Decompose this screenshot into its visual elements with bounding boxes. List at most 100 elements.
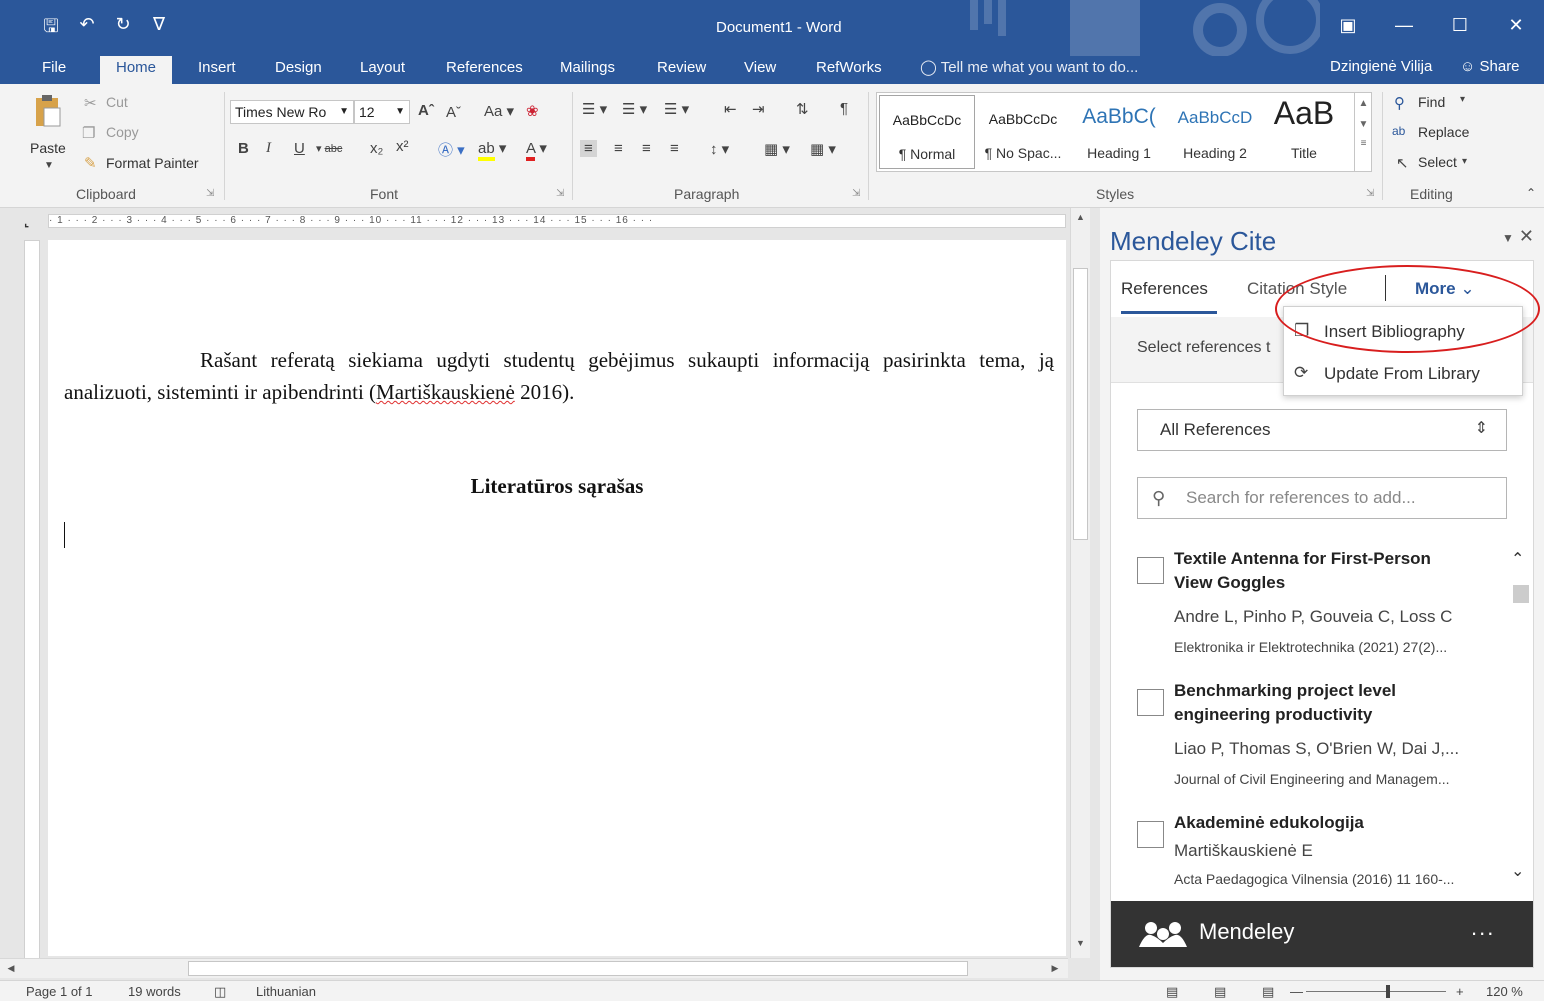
- user-name[interactable]: Dzingienė Vilija: [1330, 58, 1432, 75]
- paste-button[interactable]: Paste: [30, 140, 66, 156]
- scroll-left-icon[interactable]: ◀: [2, 959, 20, 978]
- borders-icon[interactable]: ▦ ▾: [810, 140, 836, 158]
- ribbon-display-icon[interactable]: ▣: [1320, 0, 1376, 50]
- share-button[interactable]: ☺ Share: [1460, 58, 1520, 75]
- gallery-more-icon[interactable]: ≡: [1355, 138, 1372, 149]
- word-count[interactable]: 19 words: [128, 984, 181, 999]
- align-center-icon[interactable]: ≡: [614, 140, 623, 157]
- paste-dropdown-icon[interactable]: ▼: [44, 160, 54, 171]
- chevron-up-icon[interactable]: ⌃: [1511, 549, 1524, 569]
- select-icon[interactable]: ↖: [1396, 154, 1409, 172]
- justify-icon[interactable]: ≡: [670, 140, 679, 157]
- style-heading-2[interactable]: AaBbCcD Heading 2: [1167, 95, 1263, 169]
- page-count[interactable]: Page 1 of 1: [26, 984, 93, 999]
- style-title[interactable]: AaB Title: [1259, 95, 1349, 169]
- tab-view[interactable]: View: [744, 56, 776, 84]
- reference-checkbox[interactable]: [1137, 557, 1164, 584]
- font-name-combo[interactable]: Times New Ro ▼: [230, 100, 354, 124]
- font-launcher-icon[interactable]: ⇲: [556, 188, 564, 199]
- zoom-out-icon[interactable]: —: [1290, 984, 1303, 999]
- chevron-down-icon[interactable]: ▼: [1355, 119, 1372, 130]
- replace-button[interactable]: Replace: [1418, 124, 1469, 140]
- grow-font-icon[interactable]: Aˆ: [418, 102, 434, 119]
- align-right-icon[interactable]: ≡: [642, 140, 651, 157]
- language-indicator[interactable]: Lithuanian: [256, 984, 316, 999]
- list-item[interactable]: Textile Antenna for First-Person View Go…: [1137, 547, 1497, 667]
- scrollbar-thumb[interactable]: [1513, 585, 1529, 603]
- horizontal-scrollbar[interactable]: ◀ ▶: [0, 958, 1068, 978]
- styles-launcher-icon[interactable]: ⇲: [1366, 188, 1374, 199]
- style-heading-1[interactable]: AaBbC( Heading 1: [1071, 95, 1167, 169]
- web-layout-icon[interactable]: ▤: [1262, 984, 1274, 1000]
- underline-dropdown-icon[interactable]: ▾ abc: [316, 142, 342, 155]
- reference-list-scrollbar[interactable]: ⌃ ⌄: [1507, 541, 1533, 901]
- italic-icon[interactable]: I: [266, 140, 271, 157]
- footer-more-icon[interactable]: ...: [1471, 915, 1495, 941]
- tell-me-search[interactable]: ◯ Tell me what you want to do...: [920, 58, 1138, 76]
- zoom-slider-track[interactable]: [1306, 991, 1446, 992]
- align-left-icon[interactable]: ≡: [580, 140, 597, 157]
- style-no-spacing[interactable]: AaBbCcDc ¶ No Spac...: [975, 95, 1071, 169]
- scroll-up-icon[interactable]: ▲: [1071, 208, 1090, 226]
- pane-options-icon[interactable]: ▼: [1502, 231, 1514, 245]
- zoom-slider-thumb[interactable]: [1386, 985, 1390, 998]
- reference-search-input[interactable]: ⚲ Search for references to add...: [1137, 477, 1507, 519]
- font-color-icon[interactable]: A ▾: [526, 139, 547, 161]
- vertical-scrollbar[interactable]: ▲ ▼: [1070, 208, 1090, 958]
- tab-file[interactable]: File: [42, 56, 66, 84]
- close-icon[interactable]: ✕: [1488, 0, 1544, 50]
- collapse-ribbon-icon[interactable]: ⌃: [1526, 186, 1536, 200]
- citation-author[interactable]: Martiškauskienė: [376, 380, 515, 404]
- increase-indent-icon[interactable]: ⇥: [752, 100, 765, 118]
- style-normal[interactable]: AaBbCcDc ¶ Normal: [879, 95, 975, 169]
- text-effects-icon[interactable]: Ⓐ ▾: [438, 139, 465, 160]
- select-button[interactable]: Select: [1418, 154, 1457, 170]
- format-painter-button[interactable]: Format Painter: [106, 155, 199, 171]
- replace-icon[interactable]: ab: [1392, 124, 1405, 138]
- decrease-indent-icon[interactable]: ⇤: [724, 100, 737, 118]
- reference-checkbox[interactable]: [1137, 689, 1164, 716]
- underline-icon[interactable]: U: [294, 140, 305, 157]
- subscript-icon[interactable]: x₂: [370, 140, 383, 157]
- cut-button[interactable]: Cut: [106, 94, 128, 110]
- close-icon[interactable]: ✕: [1519, 226, 1534, 246]
- chevron-down-icon[interactable]: ⌄: [1511, 861, 1524, 881]
- references-filter-dropdown[interactable]: All References ⇕: [1137, 409, 1507, 451]
- scrollbar-thumb[interactable]: [1073, 268, 1088, 540]
- tab-review[interactable]: Review: [657, 56, 706, 84]
- minimize-icon[interactable]: —: [1376, 0, 1432, 50]
- print-layout-icon[interactable]: ▤: [1214, 984, 1226, 1000]
- shading-icon[interactable]: ▦ ▾: [764, 140, 790, 158]
- ruler-scale[interactable]: · 1 · · · 2 · · · 3 · · · 4 · · · 5 · · …: [48, 214, 1066, 228]
- tab-insert[interactable]: Insert: [198, 56, 236, 84]
- shrink-font-icon[interactable]: Aˇ: [446, 104, 461, 121]
- scroll-right-icon[interactable]: ▶: [1046, 959, 1064, 978]
- undo-icon[interactable]: ↶: [76, 14, 98, 44]
- update-from-library-menu-item[interactable]: ⟳ Update From Library: [1284, 353, 1522, 393]
- paste-icon[interactable]: [34, 94, 62, 128]
- highlight-color-icon[interactable]: ab ▾: [478, 139, 506, 161]
- find-icon[interactable]: ⚲: [1394, 94, 1405, 112]
- paragraph-launcher-icon[interactable]: ⇲: [852, 188, 860, 199]
- tab-layout[interactable]: Layout: [360, 56, 405, 84]
- tab-references[interactable]: References: [446, 56, 523, 84]
- redo-icon[interactable]: ↻: [112, 14, 134, 44]
- tab-refworks[interactable]: RefWorks: [816, 56, 882, 84]
- copy-button[interactable]: Copy: [106, 124, 139, 140]
- copy-icon[interactable]: ❐: [82, 124, 95, 142]
- proofing-icon[interactable]: ◫: [214, 984, 226, 1000]
- maximize-icon[interactable]: ☐: [1432, 0, 1488, 50]
- sort-icon[interactable]: ⇅: [796, 100, 809, 118]
- tab-mailings[interactable]: Mailings: [560, 56, 615, 84]
- bibliography-heading[interactable]: Literatūros sąrašas: [48, 474, 1066, 499]
- numbering-icon[interactable]: ☰ ▾: [622, 100, 647, 118]
- font-size-combo[interactable]: 12 ▼: [354, 100, 410, 124]
- tab-references[interactable]: References: [1121, 279, 1208, 299]
- bold-icon[interactable]: B: [238, 140, 249, 157]
- save-icon[interactable]: 🖫: [40, 14, 62, 44]
- styles-gallery-scroll[interactable]: ▲ ▼ ≡: [1354, 92, 1372, 172]
- customize-icon[interactable]: ∇: [148, 14, 170, 44]
- reference-checkbox[interactable]: [1137, 821, 1164, 848]
- list-item[interactable]: Akademinė edukologija Martiškauskienė E …: [1137, 811, 1497, 901]
- chevron-up-icon[interactable]: ▲: [1355, 98, 1372, 109]
